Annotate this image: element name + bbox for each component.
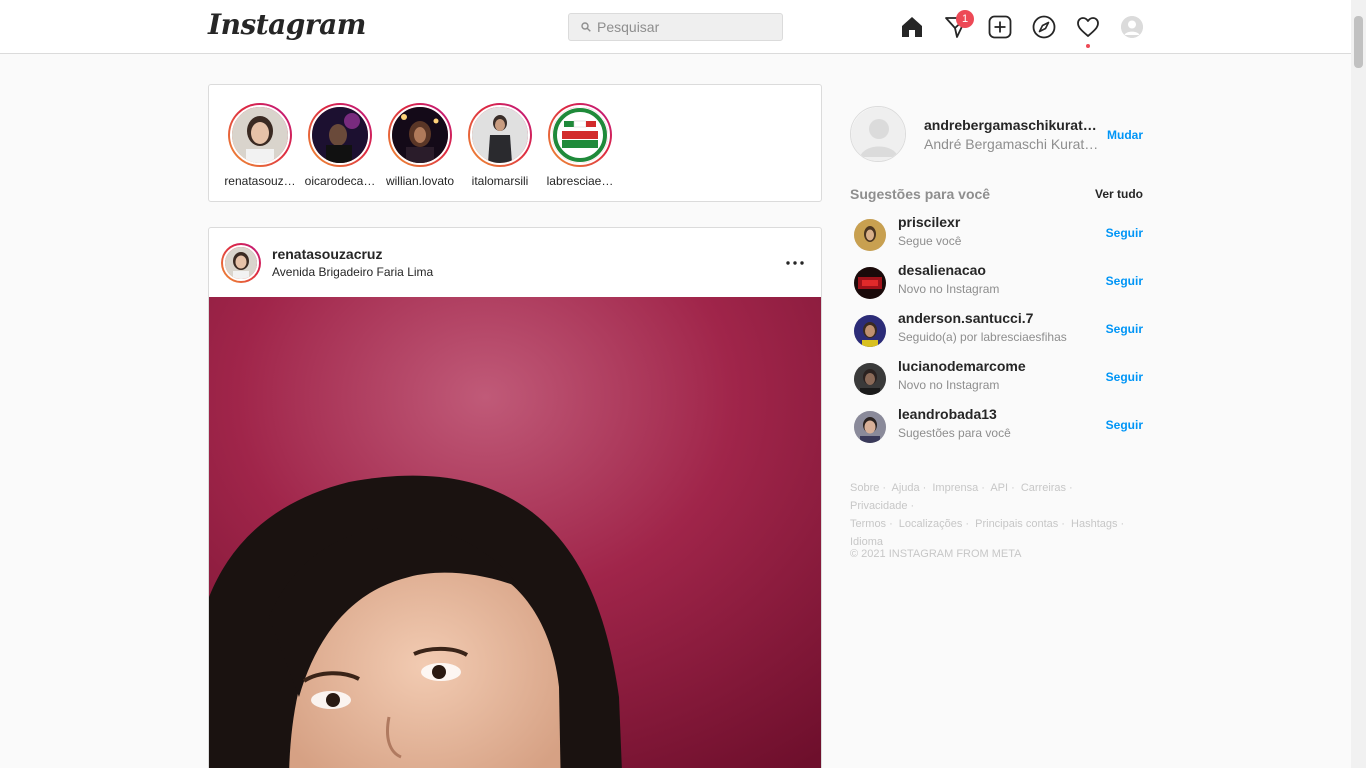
suggestion-avatar[interactable]: [854, 267, 886, 299]
search-box[interactable]: [568, 13, 783, 41]
post-author-avatar[interactable]: [221, 243, 261, 283]
suggestion-reason: Novo no Instagram: [898, 282, 1000, 296]
story-avatar: [550, 105, 610, 165]
footer-link-press[interactable]: Imprensa: [932, 482, 978, 494]
suggestions-title: Sugestões para você: [850, 186, 991, 202]
la-brescia-esfihas-logo: [552, 107, 608, 163]
post-photo[interactable]: [209, 297, 821, 768]
messages-badge: 1: [956, 10, 974, 28]
home-icon[interactable]: [900, 15, 924, 39]
story-avatar: [310, 105, 370, 165]
search-icon: [581, 22, 591, 32]
story-item[interactable]: italomarsili: [462, 103, 538, 188]
see-all-button[interactable]: Ver tudo: [1095, 187, 1143, 201]
footer-link-language[interactable]: Idioma: [850, 536, 883, 548]
activity-heart-icon[interactable]: [1076, 15, 1100, 39]
story-username: oicarodeca…: [304, 174, 376, 188]
footer-links: Sobre · Ajuda · Imprensa · API · Carreiras · …: [850, 482, 1125, 548]
suggestion-avatar[interactable]: [854, 219, 886, 251]
activity-indicator-dot: [1086, 44, 1090, 48]
follow-button[interactable]: Seguir: [1106, 226, 1143, 240]
suggestion-reason: Sugestões para você: [898, 426, 1011, 440]
story-username: labresciae…: [546, 174, 614, 188]
more-options-icon[interactable]: [784, 252, 806, 274]
follow-button[interactable]: Seguir: [1106, 322, 1143, 336]
scrollbar-thumb[interactable]: [1354, 16, 1363, 68]
suggestion-username[interactable]: lucianodemarcome: [898, 358, 1026, 374]
suggestion-username[interactable]: priscilexr: [898, 214, 960, 230]
suggestion-reason: Seguido(a) por labresciaesfihas: [898, 330, 1067, 344]
post-header: renatasouzacruz Avenida Brigadeiro Faria…: [209, 228, 821, 298]
post-author-username[interactable]: renatasouzacruz: [272, 246, 382, 262]
story-item[interactable]: oicarodeca…: [302, 103, 378, 188]
suggestion-username[interactable]: anderson.santucci.7: [898, 310, 1033, 326]
follow-button[interactable]: Seguir: [1106, 274, 1143, 288]
new-post-icon[interactable]: [988, 15, 1012, 39]
footer-link-help[interactable]: Ajuda: [891, 482, 919, 494]
story-username: renatasouz…: [224, 174, 296, 188]
top-navbar: Instagram 1: [0, 0, 1351, 54]
footer-link-api[interactable]: API: [990, 482, 1008, 494]
current-user-fullname: André Bergamaschi Kurat…: [924, 136, 1099, 152]
follow-button[interactable]: Seguir: [1106, 418, 1143, 432]
footer-link-locations[interactable]: Localizações: [899, 518, 963, 530]
search-input[interactable]: [597, 19, 767, 35]
suggestion-avatar[interactable]: [854, 315, 886, 347]
suggestion-username[interactable]: leandrobada13: [898, 406, 997, 422]
suggestion-reason: Novo no Instagram: [898, 378, 1000, 392]
suggestion-item: lucianodemarcome Novo no Instagram Segui…: [850, 357, 1143, 401]
suggestion-avatar[interactable]: [854, 411, 886, 443]
story-avatar: [230, 105, 290, 165]
copyright-text: © 2021 INSTAGRAM FROM META: [850, 548, 1022, 560]
story-item[interactable]: renatasouz…: [222, 103, 298, 188]
story-avatar: [390, 105, 450, 165]
explore-icon[interactable]: [1032, 15, 1056, 39]
feed-post: renatasouzacruz Avenida Brigadeiro Faria…: [208, 227, 822, 768]
page-scrollbar[interactable]: [1351, 0, 1366, 768]
suggestion-item: priscilexr Segue você Seguir: [850, 213, 1143, 257]
footer-link-about[interactable]: Sobre: [850, 482, 879, 494]
story-item[interactable]: willian.lovato: [382, 103, 458, 188]
footer-link-jobs[interactable]: Carreiras: [1021, 482, 1066, 494]
suggestion-username[interactable]: desalienacao: [898, 262, 986, 278]
story-username: willian.lovato: [385, 174, 455, 188]
follow-button[interactable]: Seguir: [1106, 370, 1143, 384]
suggestion-item: anderson.santucci.7 Seguido(a) por labre…: [850, 309, 1143, 353]
instagram-logo[interactable]: Instagram: [208, 8, 366, 41]
post-location[interactable]: Avenida Brigadeiro Faria Lima: [272, 265, 433, 279]
profile-avatar-icon[interactable]: [1121, 16, 1143, 38]
footer-link-top-accounts[interactable]: Principais contas: [975, 518, 1058, 530]
suggestion-reason: Segue você: [898, 234, 962, 248]
switch-account-button[interactable]: Mudar: [1107, 128, 1143, 142]
story-avatar: [470, 105, 530, 165]
footer-link-hashtags[interactable]: Hashtags: [1071, 518, 1117, 530]
current-user-username[interactable]: andrebergamaschikurat…: [924, 117, 1100, 133]
footer-link-terms[interactable]: Termos: [850, 518, 886, 530]
suggestion-item: desalienacao Novo no Instagram Seguir: [850, 261, 1143, 305]
stories-tray: renatasouz… oicarodeca… willian.lovato i…: [208, 84, 822, 202]
story-item[interactable]: labresciae…: [542, 103, 618, 188]
suggestion-item: leandrobada13 Sugestões para você Seguir: [850, 405, 1143, 449]
footer-link-privacy[interactable]: Privacidade: [850, 500, 907, 512]
story-username: italomarsili: [471, 174, 529, 188]
current-user-avatar[interactable]: [850, 106, 906, 162]
suggestion-avatar[interactable]: [854, 363, 886, 395]
